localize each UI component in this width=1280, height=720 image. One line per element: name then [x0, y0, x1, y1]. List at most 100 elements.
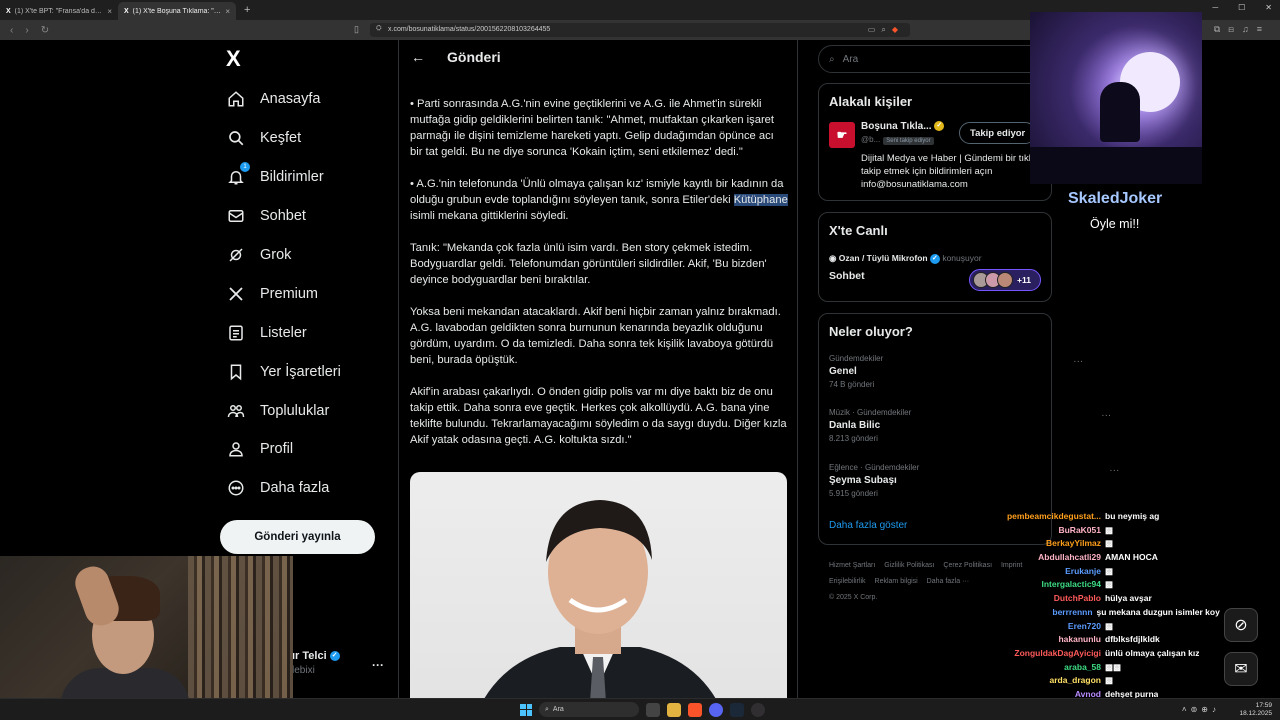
search-icon: ⌕	[545, 705, 549, 713]
chat-text: şu mekana duzgun isimler koyun	[1096, 606, 1220, 617]
chat-user: berrrennn	[1052, 606, 1093, 617]
footer-link[interactable]: Erişilebilirlik	[829, 578, 866, 585]
discord-icon[interactable]	[709, 702, 723, 717]
sidebar-item-profile[interactable]: Profil	[226, 430, 341, 469]
back-arrow-icon[interactable]: ←	[411, 49, 425, 65]
sidebar-item-label: Anasayfa	[260, 91, 321, 108]
trend-name: Danla Bilic	[829, 420, 881, 431]
sidebar-item-communities[interactable]: Topluluklar	[226, 391, 341, 430]
windows-taskbar: ⌕ Ara ˄⊚⊕♪ 17:59 18.12.2025	[0, 698, 1280, 720]
sidebar-item-notifications[interactable]: 1 Bildirimler	[226, 158, 341, 197]
account-more-button[interactable]: ···	[372, 658, 384, 672]
sidebar-item-lists[interactable]: Listeler	[226, 313, 341, 352]
system-tray-icons[interactable]: ˄⊚⊕♪	[1182, 705, 1220, 714]
obs-icon[interactable]	[751, 702, 765, 717]
chat-user: Erukanje	[1065, 565, 1101, 576]
url-actions-icons[interactable]: ▭⌕◆	[868, 25, 904, 35]
footer-link[interactable]: Reklam bilgisi	[875, 578, 918, 585]
post-text-segment: • A.G.'nin telefonunda 'Ünlü olmaya çalı…	[410, 178, 784, 206]
bookmark-page-icon[interactable]: ▯	[354, 24, 359, 35]
notification-badge: 1	[240, 162, 250, 173]
maximize-icon[interactable]: ☐	[1238, 3, 1245, 12]
footer-link[interactable]: Çerez Politikası	[943, 562, 992, 569]
listener-avatars[interactable]: +11	[969, 269, 1041, 291]
post-paragraph: Akif'in arabası çakarlıydı. O önden gidi…	[410, 386, 787, 446]
browser-tab-1[interactable]: X (1) X'te BPT: "Fransa'da darbe olduğu …	[0, 2, 118, 20]
listener-avatar	[997, 272, 1013, 288]
footer-link[interactable]: Daha fazla ···	[927, 578, 969, 585]
grok-floating-button[interactable]: ⊘	[1224, 608, 1258, 642]
brave-browser-icon[interactable]	[688, 702, 702, 717]
messages-floating-button[interactable]: ✉	[1224, 652, 1258, 686]
browser-toolbar-icons[interactable]: ⧉⊟♫≡	[1214, 24, 1270, 35]
trend-category: Eğlence · Gündemdekiler	[829, 463, 920, 472]
search-input[interactable]: ⌕ Ara	[818, 45, 1052, 73]
chat-text: dfblksfdjlkldk	[1105, 634, 1160, 645]
site-info-icon[interactable]: ⛭	[376, 25, 382, 33]
footer-link[interactable]: Hizmet Şartları	[829, 562, 875, 569]
trend-more-icon[interactable]: ···	[1109, 465, 1119, 476]
taskbar-clock[interactable]: 17:59 18.12.2025	[1239, 702, 1272, 718]
steam-icon[interactable]	[730, 702, 744, 717]
sidebar-item-chat[interactable]: Sohbet	[226, 197, 341, 236]
avatar[interactable]: ☛	[829, 122, 855, 148]
trend-item[interactable]: Müzik · Gündemdekiler Danla Bilic 8.213 …	[829, 408, 1111, 443]
card-title: X'te Canlı	[829, 223, 888, 238]
sidebar-item-premium[interactable]: Premium	[226, 274, 341, 313]
sidebar-item-bookmarks[interactable]: Yer İşaretleri	[226, 352, 341, 391]
chat-user: Eren720	[1067, 620, 1101, 631]
back-icon[interactable]: ‹	[10, 25, 13, 36]
live-host[interactable]: ◉ Ozan / Tüylü Mikrofon ✓ konuşuyor	[829, 253, 982, 264]
clock-date: 18.12.2025	[1239, 710, 1272, 717]
x-logo-icon[interactable]: X	[226, 48, 248, 70]
related-people-card: Alakalı kişiler ☛ Boşuna Tıkla... ✓ @b..…	[818, 83, 1052, 201]
sidebar-item-explore[interactable]: Keşfet	[226, 119, 341, 158]
trend-name: Şeyma Subaşı	[829, 475, 897, 486]
chat-message: araba_58 ▩▩	[990, 662, 1220, 676]
trend-item[interactable]: Eğlence · Gündemdekiler Şeyma Subaşı 5.9…	[829, 463, 1119, 498]
forward-icon[interactable]: ›	[25, 25, 28, 36]
post-image[interactable]	[410, 472, 787, 720]
reload-icon[interactable]: ↻	[41, 25, 49, 36]
windows-start-icon[interactable]	[520, 703, 532, 716]
mail-icon: ✉	[1234, 661, 1248, 678]
minimize-icon[interactable]: ─	[1212, 3, 1218, 12]
close-tab-icon[interactable]: ×	[225, 7, 230, 16]
related-user-bio: Dijital Medya ve Haber | Gündemi bir tık…	[861, 153, 1037, 190]
host-status: konuşuyor	[942, 253, 982, 263]
chat-user: Intergalactic94	[1041, 579, 1101, 590]
user-name-text: Boşuna Tıkla...	[861, 121, 932, 132]
taskbar-search[interactable]: ⌕ Ara	[539, 702, 639, 717]
sidebar-item-home[interactable]: Anasayfa	[226, 80, 341, 119]
follows-you-badge: Seni takip ediyor	[883, 137, 934, 145]
live-on-x-card: X'te Canlı ◉ Ozan / Tüylü Mikrofon ✓ kon…	[818, 212, 1052, 302]
browser-tab-2[interactable]: X (1) X'te Boşuna Tıklama: "Mehmet ×	[118, 2, 236, 20]
trend-more-icon[interactable]: ···	[1101, 410, 1111, 421]
post-button[interactable]: Gönderi yayınla	[220, 520, 375, 554]
following-button[interactable]: Takip ediyor	[959, 122, 1037, 144]
show-more-link[interactable]: Daha fazla göster	[829, 520, 907, 531]
close-tab-icon[interactable]: ×	[107, 7, 112, 16]
trend-more-icon[interactable]: ···	[1073, 356, 1083, 367]
account-handle: lebixi	[292, 665, 315, 676]
chat-message: DutchPablo hülya avşar	[990, 593, 1220, 607]
related-user-name[interactable]: Boşuna Tıkla... ✓	[861, 121, 945, 132]
chat-text: AMAN HOCA	[1105, 552, 1158, 563]
host-name: Ozan / Tüylü Mikrofon	[838, 253, 928, 263]
url-text: x.com/bosunatiklama/status/2001562208103…	[388, 26, 551, 33]
new-tab-button[interactable]: +	[236, 4, 258, 16]
webcam-overlay	[0, 556, 293, 720]
sidebar-item-more[interactable]: Daha fazla	[226, 469, 341, 508]
task-view-icon[interactable]	[646, 702, 660, 717]
footer-link[interactable]: Gizlilik Politikası	[884, 562, 934, 569]
live-topic[interactable]: Sohbet	[829, 270, 865, 282]
sidebar-item-grok[interactable]: Grok	[226, 236, 341, 275]
chat-text: bu neymiş ag	[1105, 511, 1160, 521]
close-window-icon[interactable]: ✕	[1265, 3, 1272, 12]
url-field[interactable]: ⛭ x.com/bosunatiklama/status/20015622081…	[370, 23, 910, 37]
file-explorer-icon[interactable]	[667, 702, 681, 717]
account-switcher[interactable]: ır Telci ✓ lebixi	[292, 650, 340, 676]
trend-category: Müzik · Gündemdekiler	[829, 408, 912, 417]
trend-item[interactable]: Gündemdekiler Genel 74 B gönderi ···	[829, 354, 1083, 389]
emote-icon: ▩	[1105, 579, 1114, 590]
